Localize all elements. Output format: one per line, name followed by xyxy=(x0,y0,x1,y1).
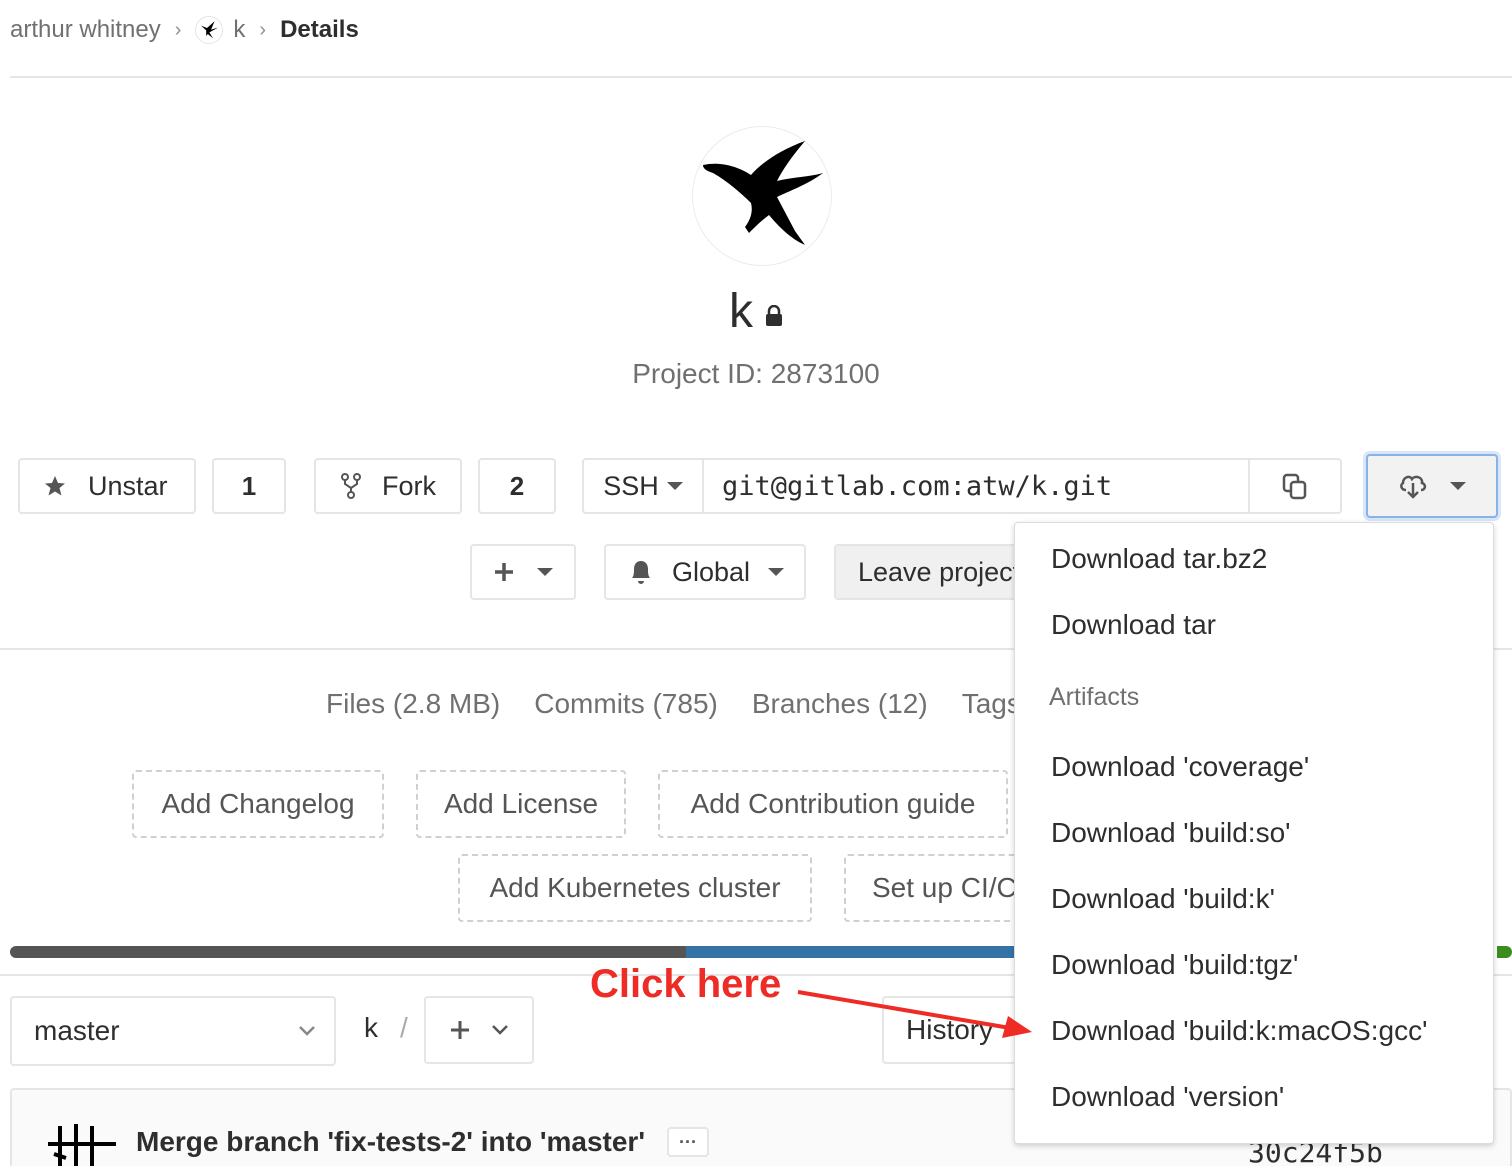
language-segment xyxy=(1496,946,1512,958)
new-item-dropdown[interactable] xyxy=(470,544,576,600)
project-id: Project ID: 2873100 xyxy=(632,358,880,389)
download-build-k-macos-gcc-item[interactable]: Download 'build:k:macOS:gcc' xyxy=(1051,1015,1427,1047)
unstar-button[interactable]: Unstar xyxy=(18,458,196,514)
lock-icon xyxy=(766,304,782,326)
project-stats: Files (2.8 MB) Commits (785) Branches (1… xyxy=(326,688,1021,720)
download-version-item[interactable]: Download 'version' xyxy=(1051,1081,1284,1113)
add-to-tree-dropdown[interactable] xyxy=(424,996,534,1064)
path-separator: / xyxy=(400,1012,408,1043)
download-tar-bz2-item[interactable]: Download tar.bz2 xyxy=(1051,543,1267,575)
project-title: k xyxy=(0,284,1512,339)
project-avatar xyxy=(692,126,832,266)
download-build-tgz-item[interactable]: Download 'build:tgz' xyxy=(1051,949,1298,981)
project-avatar-small[interactable] xyxy=(195,16,224,44)
download-tar-item[interactable]: Download tar xyxy=(1051,609,1216,641)
repo-path: k / xyxy=(364,1012,408,1044)
bell-icon xyxy=(632,561,650,584)
fork-button[interactable]: Fork xyxy=(314,458,462,514)
chevron-down-icon xyxy=(492,1025,508,1035)
project-name: k xyxy=(729,285,753,338)
commit-message: Merge branch 'fix-tests-2' into 'master'… xyxy=(136,1126,709,1158)
add-changelog-button[interactable]: Add Changelog xyxy=(132,770,384,838)
caret-down-icon xyxy=(537,568,553,576)
branch-selector[interactable]: master xyxy=(10,996,336,1066)
chevron-right-icon: › xyxy=(174,18,182,41)
caret-down-icon xyxy=(768,568,785,576)
leave-project-button[interactable]: Leave project xyxy=(834,544,1034,600)
path-root-link[interactable]: k xyxy=(364,1012,378,1043)
breadcrumb-project-link[interactable]: k xyxy=(233,16,245,44)
notification-label: Global xyxy=(672,556,751,587)
unstar-label: Unstar xyxy=(88,470,168,501)
clone-url-group: SSH git@gitlab.com:atw/k.git xyxy=(582,458,1342,514)
bird-icon xyxy=(201,21,219,39)
star-icon xyxy=(45,476,65,496)
caret-down-icon xyxy=(666,482,683,490)
add-contribution-guide-button[interactable]: Add Contribution guide xyxy=(658,770,1008,838)
fork-icon xyxy=(341,473,361,499)
chevron-down-icon xyxy=(299,1026,315,1036)
commits-stat-link[interactable]: Commits (785) xyxy=(534,688,718,720)
breadcrumb-current: Details xyxy=(280,16,359,43)
clone-protocol-label: SSH xyxy=(603,470,659,501)
download-build-k-item[interactable]: Download 'build:k' xyxy=(1051,883,1275,915)
commit-expand-button[interactable]: ··· xyxy=(666,1127,709,1157)
cloud-download-icon xyxy=(1400,475,1427,499)
caret-down-icon xyxy=(1450,482,1466,490)
download-coverage-item[interactable]: Download 'coverage' xyxy=(1051,751,1309,783)
annotation-label: Click here xyxy=(590,962,782,1006)
chevron-right-icon: › xyxy=(259,18,267,41)
add-kubernetes-cluster-button[interactable]: Add Kubernetes cluster xyxy=(458,854,812,922)
commit-author-avatar[interactable] xyxy=(46,1120,118,1166)
copy-url-button[interactable] xyxy=(1248,460,1340,512)
fork-count[interactable]: 2 xyxy=(478,458,556,514)
fork-label: Fork xyxy=(382,470,436,501)
language-segment xyxy=(10,946,686,958)
annotation-arrow xyxy=(797,990,1032,1038)
breadcrumb-owner-link[interactable]: arthur whitney xyxy=(10,16,161,44)
download-dropdown-menu: Download tar.bz2 Download tar Artifacts … xyxy=(1014,522,1494,1144)
hummingbird-logo xyxy=(703,141,823,245)
star-count[interactable]: 1 xyxy=(212,458,286,514)
branch-name: master xyxy=(34,1015,120,1046)
add-license-button[interactable]: Add License xyxy=(416,770,626,838)
files-stat-link[interactable]: Files (2.8 MB) xyxy=(326,688,500,720)
tags-stat-link[interactable]: Tags xyxy=(962,688,1021,720)
branches-stat-link[interactable]: Branches (12) xyxy=(752,688,928,720)
commit-title-link[interactable]: Merge branch 'fix-tests-2' into 'master' xyxy=(136,1126,645,1158)
language-segment xyxy=(685,946,1017,958)
plus-icon xyxy=(495,563,513,581)
plus-icon xyxy=(451,1021,469,1039)
download-button[interactable] xyxy=(1366,454,1498,518)
clone-url-input[interactable]: git@gitlab.com:atw/k.git xyxy=(704,460,1248,512)
clone-protocol-dropdown[interactable]: SSH xyxy=(584,460,704,512)
notification-dropdown[interactable]: Global xyxy=(604,544,806,600)
artifacts-header: Artifacts xyxy=(1049,683,1140,711)
breadcrumb: arthur whitney › k › Details xyxy=(10,14,359,46)
divider xyxy=(10,76,1512,78)
download-build-so-item[interactable]: Download 'build:so' xyxy=(1051,817,1291,849)
copy-icon xyxy=(1282,473,1307,500)
